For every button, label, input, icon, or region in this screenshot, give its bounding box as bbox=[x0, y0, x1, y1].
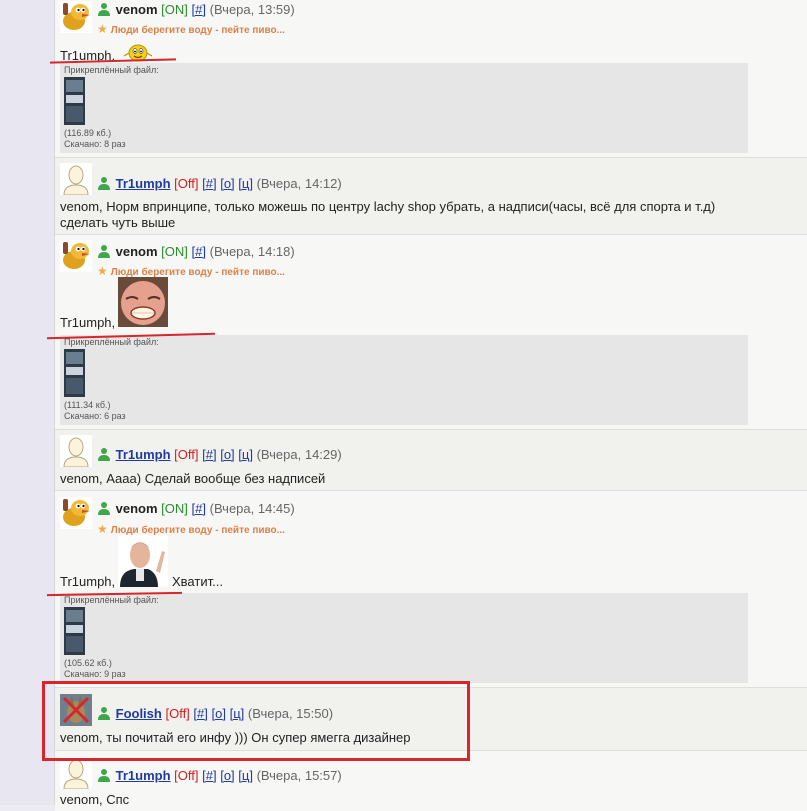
quote-link[interactable]: [ц] bbox=[238, 176, 253, 191]
post-header: Tr1umph [Off] [#] [о] [ц] (Вчера, 15:57) bbox=[97, 768, 342, 783]
post-message: venom, Аааа) Сделай вообще без надписей bbox=[60, 471, 326, 486]
post-author[interactable]: Tr1umph bbox=[116, 176, 171, 191]
forum-post: Tr1umph [Off] [#] [о] [ц] (Вчера, 14:29)… bbox=[55, 430, 807, 491]
attachment-size: (111.34 кб.) bbox=[64, 400, 111, 410]
rank-star-icon: ★ bbox=[97, 22, 108, 36]
forum-post: venom [ON] [#] (Вчера, 14:45) ★ Люди бере… bbox=[55, 491, 807, 688]
offline-status: [Off] bbox=[174, 176, 199, 191]
user-signature: ★ Люди берегите воду - пейте пиво... bbox=[97, 522, 285, 536]
post-message: Tr1umph, bbox=[60, 277, 168, 330]
post-author[interactable]: Tr1umph bbox=[116, 447, 171, 462]
message-line: сделать чуть выше bbox=[60, 215, 176, 230]
user-icon bbox=[98, 3, 110, 16]
attachment-thumbnail[interactable] bbox=[64, 349, 85, 397]
online-status: [ON] bbox=[161, 2, 188, 17]
user-icon bbox=[98, 177, 110, 190]
user-icon bbox=[98, 448, 110, 461]
post-permalink[interactable]: [#] bbox=[202, 176, 216, 191]
post-header: venom [ON] [#] (Вчера, 14:45) bbox=[97, 501, 295, 516]
offline-status: [Off] bbox=[174, 447, 199, 462]
user-icon bbox=[98, 245, 110, 258]
attached-file: Прикреплённый файл: (111.34 кб.) Скачано… bbox=[60, 335, 748, 425]
laughing-face-emoticon bbox=[118, 277, 168, 327]
profile-link[interactable]: [о] bbox=[220, 447, 234, 462]
attachment-downloads: Скачано: 8 раз bbox=[64, 139, 126, 149]
post-date: (Вчера, 13:59) bbox=[209, 2, 295, 17]
message-text: Tr1umph, bbox=[60, 315, 116, 330]
attachment-downloads: Скачано: 6 раз bbox=[64, 411, 126, 421]
message-text-after: Хватит... bbox=[172, 574, 223, 589]
post-message: venom, Норм впринципе, только можешь по … bbox=[60, 199, 715, 231]
post-header: Tr1umph [Off] [#] [о] [ц] (Вчера, 14:29) bbox=[97, 447, 342, 462]
user-signature: ★ Люди берегите воду - пейте пиво... bbox=[97, 22, 285, 36]
post-author[interactable]: venom bbox=[116, 2, 158, 17]
annotation-highlight-box bbox=[42, 681, 470, 761]
post-date: (Вчера, 14:29) bbox=[256, 447, 342, 462]
profile-link[interactable]: [о] bbox=[220, 768, 234, 783]
post-message: venom, Спс bbox=[60, 792, 130, 807]
tr1umph-avatar[interactable] bbox=[60, 757, 92, 789]
rank-star-icon: ★ bbox=[97, 264, 108, 278]
forum-post: venom [ON] [#] (Вчера, 14:18) ★ Люди бере… bbox=[55, 235, 807, 430]
post-header: venom [ON] [#] (Вчера, 13:59) bbox=[97, 2, 295, 17]
attachment-downloads: Скачано: 9 раз bbox=[64, 669, 126, 679]
tr1umph-avatar[interactable] bbox=[60, 435, 92, 467]
message-text: Tr1umph, bbox=[60, 574, 116, 589]
post-date: (Вчера, 14:45) bbox=[209, 501, 295, 516]
attachment-label: Прикреплённый файл: bbox=[64, 337, 159, 347]
post-date: (Вчера, 14:12) bbox=[256, 176, 342, 191]
user-icon bbox=[98, 502, 110, 515]
forum-post: venom [ON] [#] (Вчера, 13:59) ★ Люди бере… bbox=[55, 0, 807, 158]
rank-star-icon: ★ bbox=[97, 522, 108, 536]
post-permalink[interactable]: [#] bbox=[202, 447, 216, 462]
quote-link[interactable]: [ц] bbox=[238, 768, 253, 783]
post-message: Tr1umph, Хватит... bbox=[60, 535, 260, 589]
attached-file: Прикреплённый файл: (105.62 кб.) Скачано… bbox=[60, 593, 748, 683]
post-author[interactable]: venom bbox=[116, 244, 158, 259]
post-permalink[interactable]: [#] bbox=[192, 2, 206, 17]
post-permalink[interactable]: [#] bbox=[202, 768, 216, 783]
attachment-label: Прикреплённый файл: bbox=[64, 595, 159, 605]
offline-status: [Off] bbox=[174, 768, 199, 783]
venom-avatar[interactable] bbox=[60, 240, 92, 272]
tr1umph-avatar[interactable] bbox=[60, 163, 92, 195]
post-permalink[interactable]: [#] bbox=[192, 244, 206, 259]
venom-avatar[interactable] bbox=[60, 497, 92, 529]
online-status: [ON] bbox=[161, 501, 188, 516]
online-status: [ON] bbox=[161, 244, 188, 259]
signature-text: Люди берегите воду - пейте пиво... bbox=[110, 25, 285, 36]
user-icon bbox=[98, 769, 110, 782]
pointing-man-image bbox=[118, 535, 168, 587]
post-header: Tr1umph [Off] [#] [о] [ц] (Вчера, 14:12) bbox=[97, 176, 342, 191]
message-line: venom, Норм впринципе, только можешь по … bbox=[60, 199, 716, 214]
quote-link[interactable]: [ц] bbox=[238, 447, 253, 462]
attachment-thumbnail[interactable] bbox=[64, 77, 85, 125]
forum-post: Tr1umph [Off] [#] [о] [ц] (Вчера, 14:12)… bbox=[55, 158, 807, 235]
post-header: venom [ON] [#] (Вчера, 14:18) bbox=[97, 244, 295, 259]
attachment-label: Прикреплённый файл: bbox=[64, 65, 159, 75]
profile-link[interactable]: [о] bbox=[220, 176, 234, 191]
post-permalink[interactable]: [#] bbox=[192, 501, 206, 516]
attachment-size: (105.62 кб.) bbox=[64, 658, 112, 668]
post-date: (Вчера, 14:18) bbox=[209, 244, 295, 259]
post-author[interactable]: Tr1umph bbox=[116, 768, 171, 783]
attached-file: Прикреплённый файл: (116.89 кб.) Скачано… bbox=[60, 63, 748, 153]
attachment-size: (116.89 кб.) bbox=[64, 128, 112, 138]
attachment-thumbnail[interactable] bbox=[64, 607, 85, 655]
post-author[interactable]: venom bbox=[116, 501, 158, 516]
post-date: (Вчера, 15:57) bbox=[256, 768, 342, 783]
user-signature: ★ Люди берегите воду - пейте пиво... bbox=[97, 264, 285, 278]
venom-avatar[interactable] bbox=[60, 1, 92, 33]
